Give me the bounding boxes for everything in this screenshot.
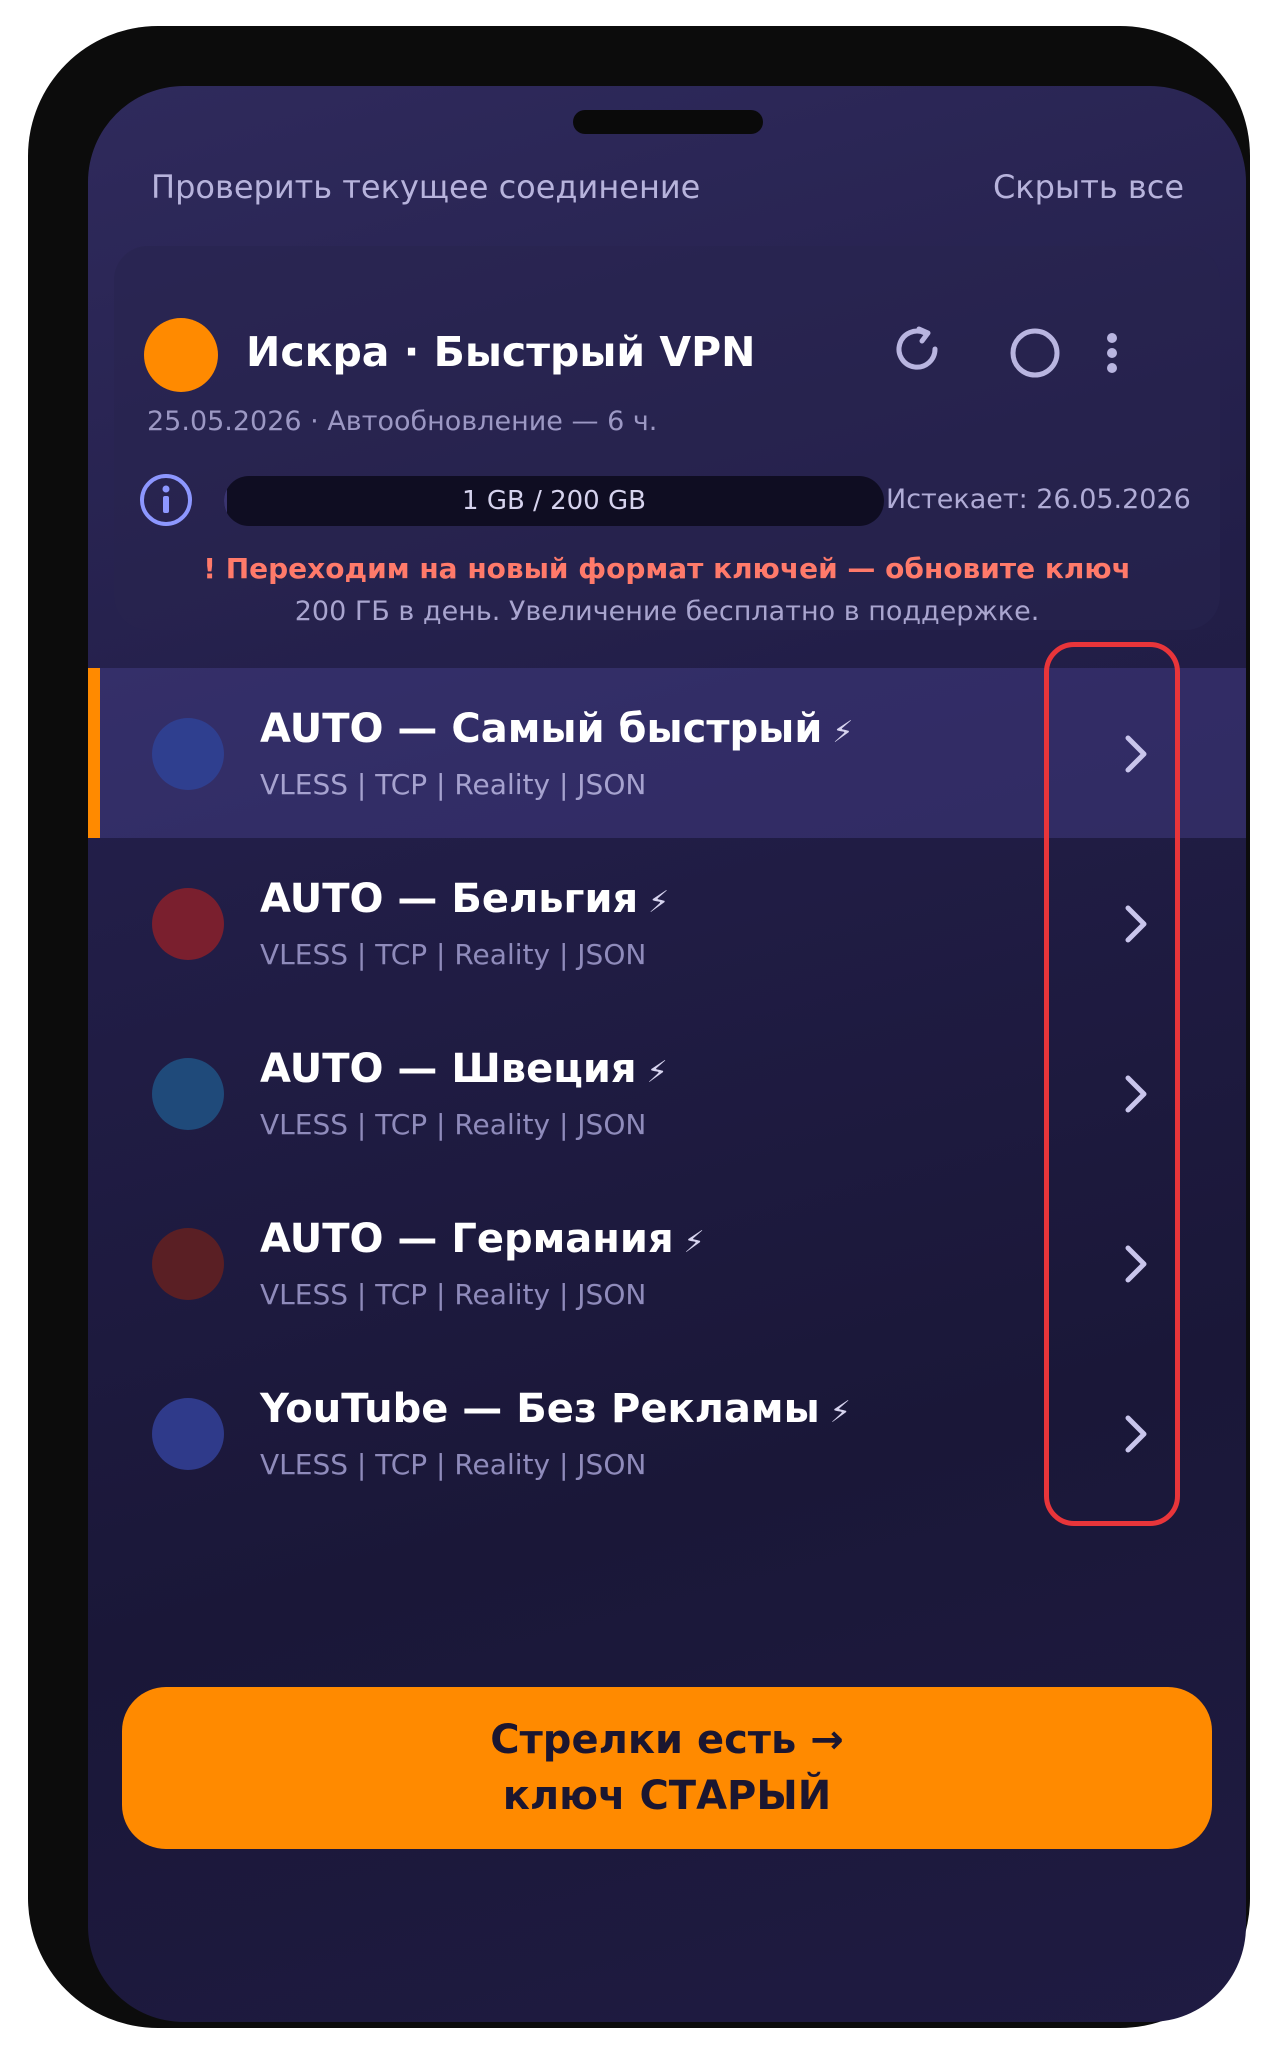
subscription-card: Искра · Быстрый VPN 25.05.2026 · Автообн… [114,246,1220,630]
bolt-icon: ⚡ [832,715,854,750]
server-protocol: VLESS | TCP | Reality | JSON [260,938,647,971]
server-row[interactable]: AUTO — Самый быстрый ⚡ VLESS | TCP | Real… [88,668,1246,838]
chevron-right-icon[interactable] [1108,896,1164,952]
server-name: YouTube — Без Рекламы ⚡ [260,1386,851,1432]
expiry-date: Истекает: 26.05.2026 [886,484,1191,515]
server-flag [152,888,224,960]
server-flag [152,718,224,790]
chevron-right-icon[interactable] [1108,1236,1164,1292]
key-format-warning: ! Переходим на новый формат ключей — обн… [203,552,1131,585]
server-protocol: VLESS | TCP | Reality | JSON [260,1278,647,1311]
circle-icon [1010,328,1060,378]
info-icon[interactable] [138,472,194,528]
active-indicator [88,668,100,838]
cta-button[interactable]: Стрелки есть → ключ СТАРЫЙ [122,1687,1212,1849]
refresh-icon [896,326,938,370]
subscription-title: Искра · Быстрый VPN [246,328,756,376]
check-connection-link[interactable]: Проверить текущее соединение [151,168,700,206]
server-row[interactable]: AUTO — Швеция ⚡ VLESS | TCP | Reality | J… [88,1008,1246,1178]
server-name: AUTO — Германия ⚡ [260,1216,705,1262]
chevron-right-icon[interactable] [1108,1406,1164,1462]
server-row[interactable]: AUTO — Бельгия ⚡ VLESS | TCP | Reality | … [88,838,1246,1008]
server-flag [152,1228,224,1300]
chevron-right-icon[interactable] [1108,726,1164,782]
phone-frame: Проверить текущее соединение Скрыть все … [28,26,1250,2028]
app-screen: Проверить текущее соединение Скрыть все … [88,86,1246,2022]
server-name: AUTO — Швеция ⚡ [260,1046,668,1092]
traffic-usage-text: 1 GB / 200 GB [462,486,646,516]
bolt-icon: ⚡ [829,1395,851,1430]
server-name: AUTO — Самый быстрый ⚡ [260,706,854,752]
refresh-button[interactable] [884,316,950,382]
server-row[interactable]: AUTO — Германия ⚡ VLESS | TCP | Reality |… [88,1178,1246,1348]
server-name: AUTO — Бельгия ⚡ [260,876,670,922]
bolt-icon: ⚡ [646,1055,668,1090]
subscription-status-dot [144,318,218,392]
server-flag [152,1058,224,1130]
server-protocol: VLESS | TCP | Reality | JSON [260,1448,647,1481]
cta-line-2: ключ СТАРЫЙ [502,1773,832,1819]
cta-line-1: Стрелки есть → [490,1717,844,1763]
server-flag [152,1398,224,1470]
chevron-right-icon[interactable] [1108,1066,1164,1122]
server-protocol: VLESS | TCP | Reality | JSON [260,1108,647,1141]
bolt-icon: ⚡ [683,1225,705,1260]
hide-all-link[interactable]: Скрыть все [993,168,1184,206]
traffic-notice: 200 ГБ в день. Увеличение бесплатно в по… [294,596,1040,627]
server-protocol: VLESS | TCP | Reality | JSON [260,768,647,801]
server-row[interactable]: YouTube — Без Рекламы ⚡ VLESS | TCP | Rea… [88,1348,1246,1518]
bolt-icon: ⚡ [648,885,670,920]
subscription-updated: 25.05.2026 · Автообновление — 6 ч. [147,406,658,437]
camera-notch [573,110,763,134]
traffic-progress-bar: 1 GB / 200 GB [224,476,884,526]
more-options-button[interactable] [1092,320,1132,386]
connect-toggle-button[interactable] [1002,320,1068,386]
more-vertical-icon [1107,333,1117,373]
